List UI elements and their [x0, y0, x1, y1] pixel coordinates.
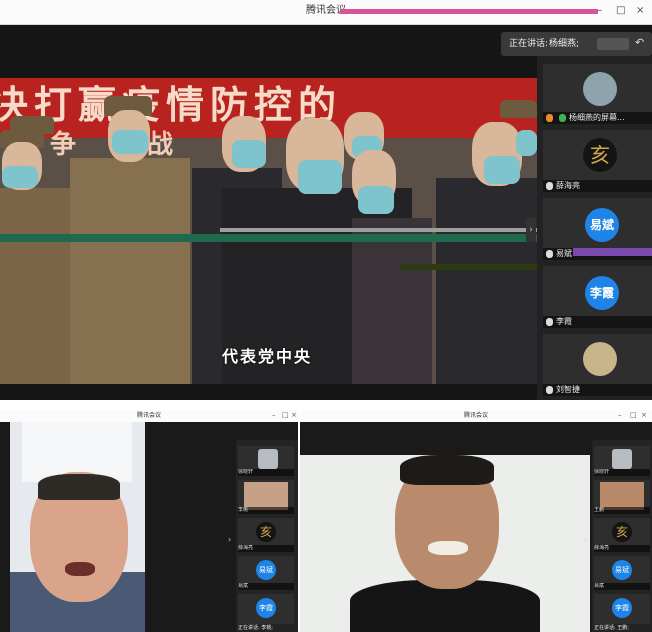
collapse-panel-button[interactable]: ›	[228, 535, 231, 544]
participant-tile[interactable]: 易斌 易斌	[238, 556, 294, 590]
meeting-window-left: 腾讯会议 – □ × › 徐晓轩 李桃 亥 薛海亮 易斌 易斌 李霞 正在讲话:…	[0, 410, 298, 632]
maximize-button[interactable]: □	[616, 4, 625, 18]
render-glitch	[573, 248, 652, 256]
participant-name: 李霞	[556, 317, 572, 326]
avatar	[583, 72, 617, 106]
speaking-label: 正在讲话:	[509, 39, 549, 49]
toolbar-glitch	[597, 38, 629, 50]
participant-name: 杨细燕的屏幕...	[569, 113, 625, 122]
participant-list: 徐晓轩 李桃 亥 薛海亮 易斌 易斌 李霞	[236, 440, 298, 632]
video-banner: 决打赢疫情防控的 争 体战	[0, 78, 537, 160]
participant-name: 徐晓轩	[594, 469, 650, 476]
avatar: 亥	[256, 522, 276, 542]
participant-tile[interactable]: 亥 薛海亮	[543, 130, 652, 192]
person-figure	[352, 218, 432, 384]
maximize-button[interactable]: □	[630, 411, 637, 419]
video-subtitle: 代表党中央	[222, 347, 313, 366]
back-arrow-icon[interactable]: ↶	[635, 36, 644, 49]
main-meeting-window: 腾讯会议 – □ × 决打赢疫情防控的 争 体战	[0, 0, 652, 400]
mic-muted-icon	[546, 182, 553, 190]
participant-tile[interactable]: 亥 薛海亮	[594, 518, 650, 552]
participant-tile[interactable]: 李霞	[594, 594, 650, 624]
minimize-button[interactable]: –	[618, 411, 622, 419]
minimize-button[interactable]: –	[597, 4, 602, 18]
participant-tile[interactable]: 易斌 易斌	[594, 556, 650, 590]
participant-tile[interactable]: 杨细燕的屏幕...	[543, 64, 652, 124]
render-glitch	[0, 234, 537, 242]
collapse-panel-button[interactable]: ›	[526, 218, 536, 242]
participant-name: 李桃	[238, 507, 294, 514]
meeting-window-right: 腾讯会议 – □ × › 徐晓轩 王鹏 亥 薛海亮 易斌 易斌 李霞 正在讲话:…	[300, 410, 652, 632]
close-button[interactable]: ×	[641, 411, 647, 419]
participant-tile[interactable]: 李桃	[238, 480, 294, 514]
speaking-name: 杨细燕;	[549, 39, 580, 49]
collapse-panel-button[interactable]: ›	[584, 535, 587, 544]
mic-muted-icon	[546, 386, 553, 394]
person-figure	[436, 178, 537, 384]
title-bar: 腾讯会议 – □ ×	[0, 0, 652, 25]
participant-tile[interactable]: 王鹏	[594, 480, 650, 514]
minimize-button[interactable]: –	[272, 411, 276, 419]
participant-tile[interactable]: 刘智捷	[543, 334, 652, 396]
shared-screen-video: 决打赢疫情防控的 争 体战 代表党中央	[0, 78, 537, 384]
participant-name: 易斌	[556, 249, 572, 258]
close-button[interactable]: ×	[291, 411, 297, 419]
participant-name: 徐晓轩	[238, 469, 294, 476]
speaking-indicator: 正在讲话: 王鹏;	[594, 625, 629, 631]
participant-video	[300, 455, 590, 632]
maximize-button[interactable]: □	[282, 411, 289, 419]
participant-name: 王鹏	[594, 507, 650, 514]
participant-list: 杨细燕的屏幕... 亥 薛海亮 易斌 易斌 李霞 李霞 刘智捷	[537, 56, 652, 400]
avatar	[258, 449, 278, 469]
participant-tile[interactable]: 徐晓轩	[238, 446, 294, 476]
mic-icon	[559, 114, 566, 122]
speaking-indicator: 正在讲话: 杨细燕; ↶	[501, 32, 652, 56]
participant-name: 刘智捷	[556, 385, 580, 394]
speaking-indicator: 正在讲话: 李桃;	[238, 625, 273, 631]
render-glitch	[220, 228, 537, 232]
avatar: 易斌	[585, 208, 619, 242]
avatar: 李霞	[585, 276, 619, 310]
avatar: 易斌	[256, 560, 276, 580]
avatar	[600, 482, 644, 510]
participant-name: 薛海亮	[594, 545, 650, 552]
avatar	[612, 449, 632, 469]
participant-name: 薛海亮	[238, 545, 294, 552]
participant-tile[interactable]: 亥 薛海亮	[238, 518, 294, 552]
avatar: 李霞	[256, 598, 276, 618]
participant-name: 易斌	[238, 583, 294, 590]
window-title: 腾讯会议	[463, 412, 488, 419]
render-glitch	[400, 264, 537, 270]
close-button[interactable]: ×	[636, 4, 644, 18]
avatar: 易斌	[612, 560, 632, 580]
participant-list: 徐晓轩 王鹏 亥 薛海亮 易斌 易斌 李霞	[592, 440, 652, 632]
avatar	[583, 342, 617, 376]
participant-tile[interactable]: 李霞	[238, 594, 294, 624]
participant-name: 薛海亮	[556, 181, 580, 190]
avatar: 亥	[612, 522, 632, 542]
mic-muted-icon	[546, 250, 553, 258]
participant-name: 易斌	[594, 583, 650, 590]
participant-tile[interactable]: 李霞 李霞	[543, 266, 652, 328]
participant-video	[10, 422, 145, 632]
participant-tile[interactable]: 易斌 易斌	[543, 198, 652, 260]
participant-tile[interactable]: 徐晓轩	[594, 446, 650, 476]
mic-muted-icon	[546, 318, 553, 326]
avatar: 李霞	[612, 598, 632, 618]
avatar: 亥	[583, 138, 617, 172]
person-figure	[70, 158, 190, 384]
title-bar: 腾讯会议 – □ ×	[0, 410, 298, 422]
window-title: 腾讯会议	[136, 412, 161, 419]
screen-share-icon	[546, 114, 553, 122]
render-glitch	[340, 9, 598, 14]
title-bar: 腾讯会议 – □ ×	[300, 410, 652, 422]
avatar	[244, 482, 288, 510]
